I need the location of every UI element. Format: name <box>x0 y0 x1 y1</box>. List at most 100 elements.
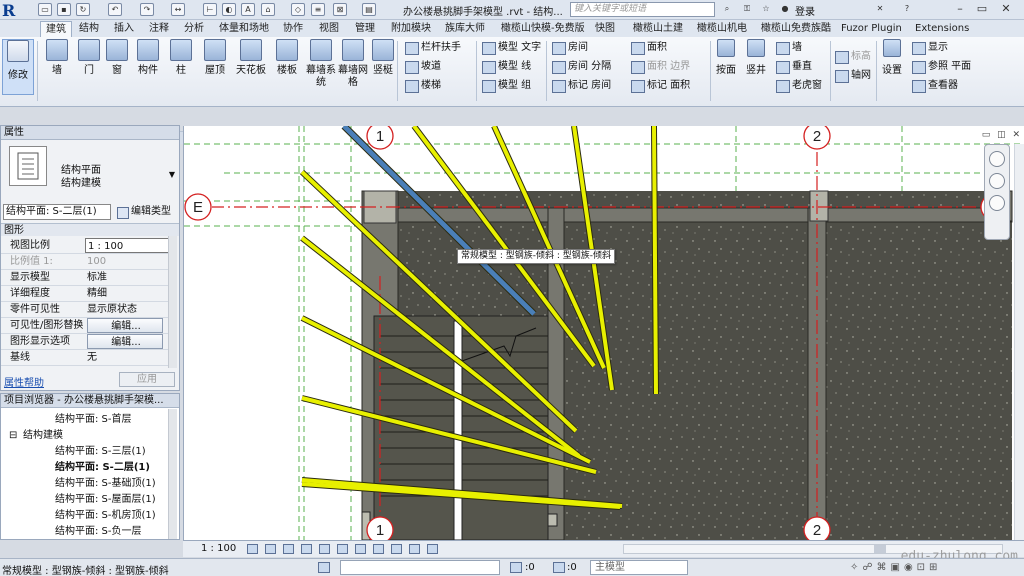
sync-icon[interactable]: ↻ <box>76 3 90 16</box>
stair-button[interactable]: 楼梯 <box>404 78 441 94</box>
edit-type-button[interactable]: 编辑类型 <box>115 204 177 220</box>
model-line-button[interactable]: 模型 线 <box>481 59 531 75</box>
main-model-select[interactable]: 主模型 <box>590 560 688 575</box>
tag-icon[interactable]: ◐ <box>222 3 236 16</box>
plan-view-drawing[interactable]: 1 1 2 2 E E <box>184 126 1024 540</box>
browser-item[interactable]: 结构平面: S-三层(1) <box>55 444 146 460</box>
tab-7[interactable]: 视图 <box>314 21 344 37</box>
sun-path-icon[interactable] <box>283 544 294 554</box>
curtain-grid-button[interactable]: 幕墙网格 <box>338 39 368 94</box>
type-dropdown-icon[interactable]: ▼ <box>169 170 175 179</box>
scroll-thumb[interactable] <box>874 545 886 553</box>
shadows-icon[interactable] <box>301 544 312 554</box>
ceiling-button[interactable]: 天花板 <box>236 39 266 94</box>
property-row[interactable]: 零件可见性 显示原状态 <box>1 302 171 318</box>
tab-4[interactable]: 分析 <box>179 21 209 37</box>
level-button[interactable]: 标高 <box>834 49 871 65</box>
tab-17[interactable]: Extensions <box>910 21 974 37</box>
property-value[interactable]: 1 : 100 <box>85 238 169 253</box>
worksets-icon[interactable] <box>318 562 330 573</box>
exchange-icon[interactable]: ✕ <box>873 3 887 16</box>
mullion-button[interactable]: 竖梃 <box>368 39 398 94</box>
favorites-icon[interactable]: ☆ <box>759 3 773 16</box>
tag-area-button[interactable]: 标记 面积 <box>630 78 690 94</box>
navigation-bar[interactable] <box>984 144 1010 240</box>
component-button[interactable]: 构件 <box>133 39 163 94</box>
tab-0[interactable]: 建筑 <box>40 21 72 37</box>
filter-icon[interactable] <box>553 562 565 573</box>
show-workplane-button[interactable]: 显示 <box>911 40 948 56</box>
view-cube-icon[interactable] <box>989 151 1005 167</box>
model-text-button[interactable]: 模型 文字 <box>481 40 541 56</box>
property-row[interactable]: 图形显示选项 编辑... <box>1 334 171 350</box>
modify-button[interactable]: 修改 <box>2 39 34 95</box>
property-row[interactable]: 详细程度 精细 <box>1 286 171 302</box>
tab-2[interactable]: 插入 <box>109 21 139 37</box>
show-crop-icon[interactable] <box>337 544 348 554</box>
save-icon[interactable]: ▪ <box>57 3 71 16</box>
dimension-icon[interactable]: ⊢ <box>203 3 217 16</box>
tab-14[interactable]: 橄榄山机电 <box>692 21 752 37</box>
area-button[interactable]: 面积 <box>630 40 667 56</box>
view-window-controls[interactable]: ▭ ◫ ✕ <box>982 130 1022 140</box>
grid-button[interactable]: 轴网 <box>834 68 871 84</box>
tab-5[interactable]: 体量和场地 <box>214 21 274 37</box>
property-row[interactable]: 显示模型 标准 <box>1 270 171 286</box>
wall-opening-button[interactable]: 墙 <box>775 40 802 56</box>
search-icon[interactable]: ⌕ <box>720 3 734 16</box>
tab-13[interactable]: 橄榄山土建 <box>628 21 688 37</box>
design-options-icon[interactable] <box>510 562 522 573</box>
apply-button[interactable]: 应用 <box>119 372 175 387</box>
user-icon[interactable]: ● <box>778 3 792 16</box>
restore-icon[interactable]: ▭ <box>972 2 992 17</box>
measure-icon[interactable]: ↔ <box>171 3 185 16</box>
property-edit-button[interactable]: 编辑... <box>87 318 163 333</box>
tab-9[interactable]: 附加模块 <box>386 21 436 37</box>
browser-scrollbar[interactable] <box>168 409 177 539</box>
shaft-button[interactable]: 竖井 <box>742 39 770 94</box>
view-scale[interactable]: 1 : 100 <box>201 543 236 554</box>
tab-6[interactable]: 协作 <box>278 21 308 37</box>
text-icon[interactable]: A <box>241 3 255 16</box>
property-row[interactable]: 可见性/图形替换 编辑... <box>1 318 171 334</box>
tab-11[interactable]: 橄榄山快模-免费版 <box>496 21 590 37</box>
dormer-button[interactable]: 老虎窗 <box>775 78 822 94</box>
switch-windows-icon[interactable]: ▤ <box>362 3 376 16</box>
reveal-hidden-icon[interactable] <box>373 544 384 554</box>
room-separator-button[interactable]: 房间 分隔 <box>551 59 611 75</box>
browser-item[interactable]: 结构平面: S-基础顶(1) <box>55 476 156 492</box>
browser-item[interactable]: 结构建模 <box>23 428 63 444</box>
close-views-icon[interactable]: ⊠ <box>333 3 347 16</box>
window-button[interactable]: 窗 <box>102 39 132 94</box>
redo-icon[interactable]: ↷ <box>140 3 154 16</box>
set-workplane-button[interactable]: 设置 <box>878 39 906 94</box>
browser-item[interactable]: 结构平面: S-机房顶(1) <box>55 508 156 524</box>
revit-logo-icon[interactable]: R <box>2 1 28 20</box>
property-row[interactable]: 视图比例 1 : 100 <box>1 238 171 254</box>
visual-style-icon[interactable] <box>265 544 276 554</box>
analytical-model-icon[interactable] <box>391 544 402 554</box>
column-button[interactable]: 柱 <box>166 39 196 94</box>
model-group-button[interactable]: 模型 组 <box>481 78 531 94</box>
open-icon[interactable]: ▭ <box>38 3 52 16</box>
section-icon[interactable]: ◇ <box>291 3 305 16</box>
property-row[interactable]: 比例值 1: 100 <box>1 254 171 270</box>
view-instance-selector[interactable]: 结构平面: S-二层(1) <box>3 204 111 220</box>
highlight-icon[interactable] <box>409 544 420 554</box>
thin-lines-icon[interactable]: ≡ <box>311 3 325 16</box>
crop-view-icon[interactable] <box>319 544 330 554</box>
area-boundary-button[interactable]: 面积 边界 <box>630 59 690 75</box>
tab-1[interactable]: 结构 <box>74 21 104 37</box>
subscription-icon[interactable]: ⚿ <box>740 3 754 16</box>
graphics-section-header[interactable]: 图形 <box>1 223 179 236</box>
browser-item[interactable]: 结构平面: S-二层(1) <box>55 460 150 476</box>
roof-button[interactable]: 屋顶 <box>200 39 230 94</box>
browser-item[interactable]: 结构平面: S-首层 <box>55 412 132 428</box>
selection-options-icons[interactable]: ✧☍⌘▣◉⊡⊞ <box>850 562 941 573</box>
properties-help-link[interactable]: 属性帮助 <box>4 374 44 389</box>
temp-hide-icon[interactable] <box>355 544 366 554</box>
properties-scrollbar[interactable] <box>168 236 177 368</box>
drawing-canvas[interactable]: 1 1 2 2 E E <box>183 126 1024 540</box>
ref-plane-button[interactable]: 参照 平面 <box>911 59 971 75</box>
by-face-button[interactable]: 按面 <box>713 39 739 94</box>
